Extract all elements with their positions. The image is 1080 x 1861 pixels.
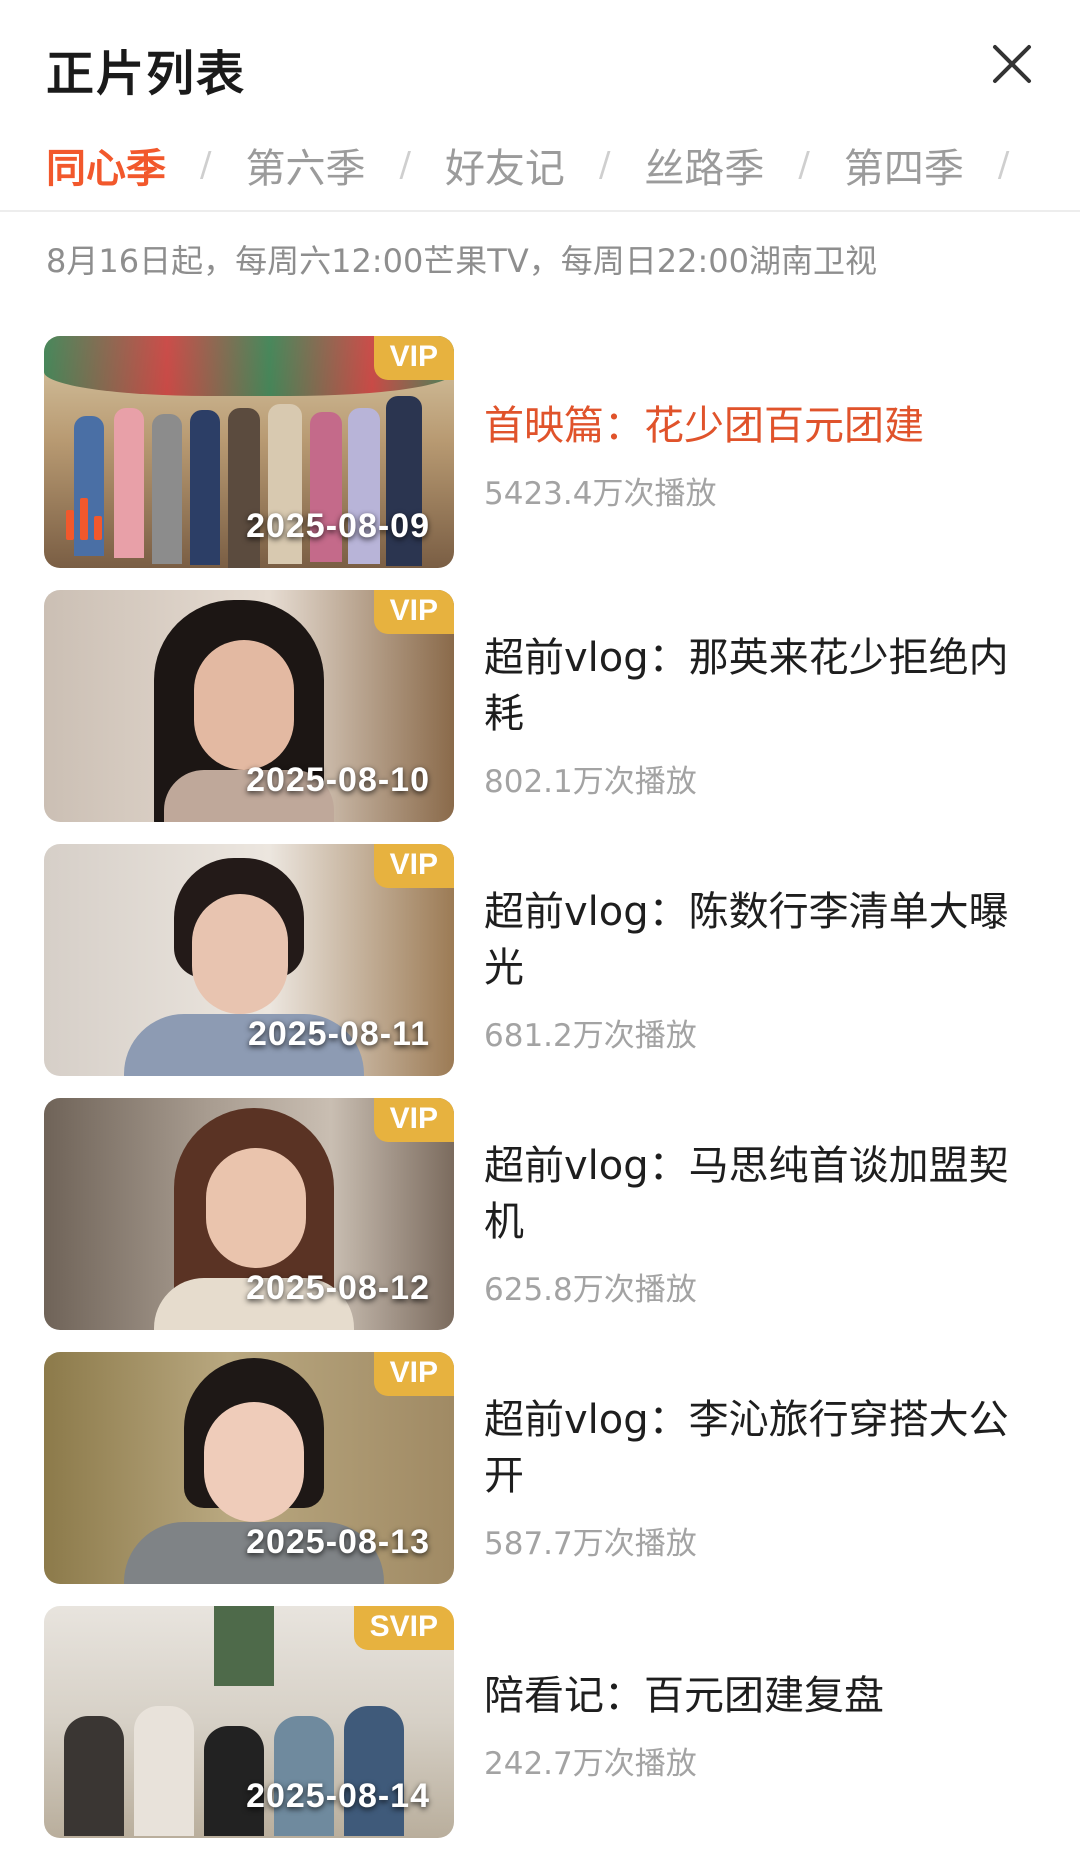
tab-separator: /	[200, 145, 212, 185]
episode-item[interactable]: VIP 2025-08-11 超前vlog：陈数行李清单大曝光 681.2万次播…	[0, 844, 1080, 1076]
episode-thumbnail: VIP 2025-08-09	[44, 336, 454, 568]
episode-info: 超前vlog：李沁旅行穿搭大公开 587.7万次播放	[484, 1352, 1044, 1584]
episode-views: 242.7万次播放	[484, 1746, 697, 1782]
episode-info: 陪看记：百元团建复盘 242.7万次播放	[484, 1606, 1044, 1838]
vip-badge: VIP	[373, 844, 454, 888]
vip-badge: VIP	[373, 1352, 454, 1396]
page-title: 正片列表	[46, 46, 247, 102]
episode-title: 首映篇：花少团百元团建	[484, 403, 924, 449]
episode-thumbnail: SVIP 2025-08-14	[44, 1606, 454, 1838]
episode-thumbnail: VIP 2025-08-11	[44, 844, 454, 1076]
episode-thumbnail: VIP 2025-08-13	[44, 1352, 454, 1584]
tab-friends[interactable]: 好友记	[445, 136, 565, 194]
episode-views: 625.8万次播放	[484, 1272, 697, 1308]
episode-item[interactable]: VIP 2025-08-12 超前vlog：马思纯首谈加盟契机 625.8万次播…	[0, 1098, 1080, 1330]
episode-thumbnail: VIP 2025-08-10	[44, 590, 454, 822]
episode-date: 2025-08-14	[246, 1777, 430, 1815]
episode-views: 5423.4万次播放	[484, 476, 717, 512]
episode-item[interactable]: VIP 2025-08-10 超前vlog：那英来花少拒绝内耗 802.1万次播…	[0, 590, 1080, 822]
episode-views: 681.2万次播放	[484, 1018, 697, 1054]
episode-date: 2025-08-09	[246, 507, 430, 545]
episode-date: 2025-08-13	[246, 1523, 430, 1561]
tab-separator: /	[598, 145, 611, 185]
episode-date: 2025-08-12	[246, 1269, 430, 1307]
episode-title: 超前vlog：陈数行李清单大曝光	[484, 889, 1009, 991]
episode-views: 587.7万次播放	[484, 1526, 697, 1562]
tab-season-4[interactable]: 第四季	[844, 136, 964, 194]
tab-tongxin[interactable]: 同心季	[46, 136, 166, 194]
divider	[0, 210, 1080, 212]
svip-badge: SVIP	[353, 1606, 454, 1650]
episode-item[interactable]: VIP 2025-08-09 首映篇：花少团百元团建 5423.4万次播放	[0, 336, 1080, 568]
episode-item[interactable]: VIP 2025-08-13 超前vlog：李沁旅行穿搭大公开 587.7万次播…	[0, 1352, 1080, 1584]
episode-info: 超前vlog：那英来花少拒绝内耗 802.1万次播放	[484, 590, 1044, 822]
episode-item[interactable]: SVIP 2025-08-14 陪看记：百元团建复盘 242.7万次播放	[0, 1606, 1080, 1838]
episode-title: 超前vlog：马思纯首谈加盟契机	[484, 1143, 1009, 1245]
tab-separator: /	[798, 145, 810, 185]
season-tabs: 同心季 / 第六季 / 好友记 / 丝路季 / 第四季 /	[46, 130, 1043, 200]
tab-season-6[interactable]: 第六季	[245, 136, 365, 194]
tab-separator: /	[399, 145, 411, 185]
vip-badge: VIP	[373, 590, 454, 634]
episode-views: 802.1万次播放	[484, 764, 697, 800]
episode-title: 超前vlog：那英来花少拒绝内耗	[484, 635, 1009, 737]
episode-thumbnail: VIP 2025-08-12	[44, 1098, 454, 1330]
vip-badge: VIP	[373, 336, 454, 380]
episode-info: 首映篇：花少团百元团建 5423.4万次播放	[484, 336, 1044, 568]
vip-badge: VIP	[373, 1098, 454, 1142]
episode-info: 超前vlog：陈数行李清单大曝光 681.2万次播放	[484, 844, 1044, 1076]
tab-separator: /	[997, 145, 1010, 185]
episode-title: 超前vlog：李沁旅行穿搭大公开	[484, 1397, 1009, 1499]
playing-indicator-icon	[66, 498, 102, 540]
close-icon	[993, 45, 1031, 83]
close-button[interactable]	[986, 38, 1038, 90]
schedule-text: 8月16日起，每周六12:00芒果TV，每周日22:00湖南卫视	[46, 242, 877, 280]
episode-title: 陪看记：百元团建复盘	[484, 1673, 884, 1719]
episode-info: 超前vlog：马思纯首谈加盟契机 625.8万次播放	[484, 1098, 1044, 1330]
header: 正片列表	[0, 0, 1080, 130]
tab-silk-road[interactable]: 丝路季	[644, 136, 764, 194]
episode-date: 2025-08-11	[247, 1015, 430, 1053]
episode-date: 2025-08-10	[246, 761, 430, 799]
